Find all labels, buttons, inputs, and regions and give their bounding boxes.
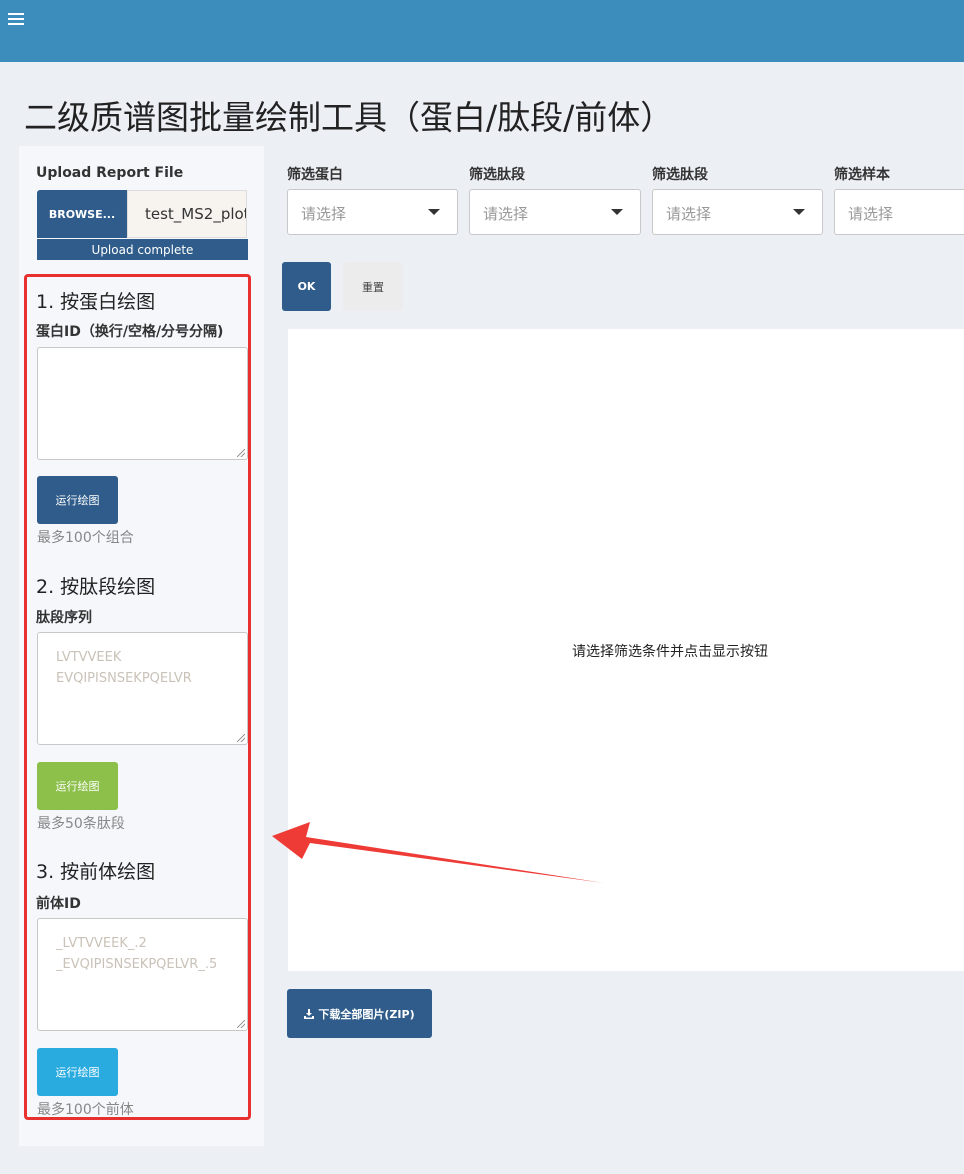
run-peptide-plot-button[interactable]: 运行绘图 bbox=[37, 762, 118, 810]
run-protein-plot-button[interactable]: 运行绘图 bbox=[37, 476, 118, 524]
file-name-field[interactable]: test_MS2_plot bbox=[127, 190, 247, 238]
download-label: 下载全部图片(ZIP) bbox=[318, 1007, 415, 1021]
caret-down-icon bbox=[793, 209, 805, 215]
select-placeholder: 请选择 bbox=[301, 205, 347, 223]
ok-button[interactable]: OK bbox=[282, 262, 331, 311]
filter-label-peptide-2: 筛选肽段 bbox=[652, 167, 708, 183]
peptide-sequence-textarea[interactable]: LVTVVEEK EVQIPISNSEKPQELVR bbox=[37, 632, 248, 745]
section-title-protein: 1. 按蛋白绘图 bbox=[36, 291, 156, 313]
top-navbar bbox=[0, 0, 964, 62]
filter-label-peptide: 筛选肽段 bbox=[469, 167, 525, 183]
precursor-id-textarea[interactable]: _LVTVVEEK_.2 _EVQIPISNSEKPQELVR_.5 bbox=[37, 918, 248, 1031]
placeholder-line: _LVTVVEEK_.2 bbox=[56, 936, 147, 951]
filter-label-protein: 筛选蛋白 bbox=[287, 167, 343, 183]
placeholder-line: EVQIPISNSEKPQELVR bbox=[56, 671, 192, 686]
browse-button[interactable]: BROWSE... bbox=[37, 190, 127, 238]
protein-id-label: 蛋白ID（换行/空格/分号分隔) bbox=[36, 324, 224, 340]
upload-label: Upload Report File bbox=[36, 165, 184, 181]
upload-progress-bar: Upload complete bbox=[37, 239, 248, 260]
filter-sample-select[interactable]: 请选择 bbox=[834, 189, 964, 235]
section-title-precursor: 3. 按前体绘图 bbox=[36, 861, 156, 883]
select-placeholder: 请选择 bbox=[666, 205, 712, 223]
select-placeholder: 请选择 bbox=[848, 205, 894, 223]
protein-limit-hint: 最多100个组合 bbox=[37, 530, 134, 546]
placeholder-line: _EVQIPISNSEKPQELVR_.5 bbox=[56, 957, 218, 972]
filter-peptide-select-2[interactable]: 请选择 bbox=[652, 189, 823, 235]
section-title-peptide: 2. 按肽段绘图 bbox=[36, 576, 156, 598]
placeholder-line: LVTVVEEK bbox=[56, 650, 122, 665]
resize-handle-icon[interactable] bbox=[237, 1020, 245, 1028]
filter-protein-select[interactable]: 请选择 bbox=[287, 189, 458, 235]
resize-handle-icon[interactable] bbox=[237, 449, 245, 457]
hamburger-icon[interactable] bbox=[8, 10, 24, 26]
page-title: 二级质谱图批量绘制工具（蛋白/肽段/前体） bbox=[24, 98, 674, 137]
plot-empty-message: 请选择筛选条件并点击显示按钮 bbox=[572, 644, 768, 660]
run-precursor-plot-button[interactable]: 运行绘图 bbox=[37, 1048, 118, 1096]
caret-down-icon bbox=[428, 209, 440, 215]
filter-peptide-select[interactable]: 请选择 bbox=[469, 189, 641, 235]
precursor-id-label: 前体ID bbox=[36, 896, 81, 912]
peptide-sequence-label: 肽段序列 bbox=[36, 610, 92, 626]
select-placeholder: 请选择 bbox=[483, 205, 529, 223]
protein-id-textarea[interactable] bbox=[37, 347, 248, 460]
filter-label-sample: 筛选样本 bbox=[834, 167, 890, 183]
caret-down-icon bbox=[611, 209, 623, 215]
resize-handle-icon[interactable] bbox=[237, 734, 245, 742]
precursor-limit-hint: 最多100个前体 bbox=[37, 1102, 134, 1118]
download-icon bbox=[304, 1008, 315, 1019]
download-zip-button[interactable]: 下载全部图片(ZIP) bbox=[287, 989, 432, 1038]
peptide-limit-hint: 最多50条肽段 bbox=[37, 816, 125, 832]
reset-button[interactable]: 重置 bbox=[343, 262, 403, 311]
